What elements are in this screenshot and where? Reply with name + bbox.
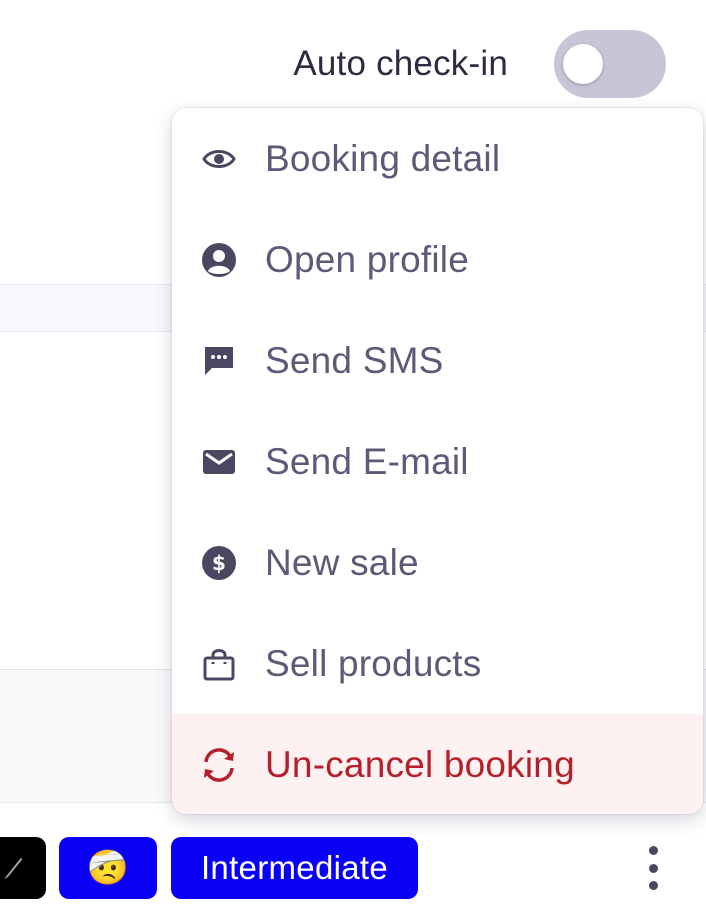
menu-item-label: New sale — [265, 541, 419, 583]
menu-item-label: Open profile — [265, 238, 469, 280]
kebab-dot — [648, 881, 658, 890]
refresh-icon — [198, 744, 240, 786]
eye-icon — [198, 138, 240, 180]
menu-item-open-profile[interactable]: Open profile — [172, 209, 703, 310]
dollar-circle-icon: $ — [198, 542, 240, 584]
menu-item-label: Send E-mail — [265, 440, 469, 482]
menu-item-booking-detail[interactable]: Booking detail — [172, 108, 703, 209]
user-circle-icon — [198, 239, 240, 281]
feather-icon — [4, 858, 23, 879]
auto-checkin-control: Auto check-in — [293, 30, 666, 98]
level-badge[interactable]: Intermediate — [171, 837, 418, 899]
toggle-knob — [563, 44, 603, 84]
auto-checkin-toggle[interactable] — [554, 30, 666, 98]
kebab-menu-icon[interactable] — [638, 846, 668, 890]
envelope-icon — [198, 441, 240, 483]
menu-item-label: Send SMS — [265, 339, 444, 381]
kebab-dot — [648, 846, 658, 855]
injured-face-emoji: 🤕 — [86, 849, 130, 887]
svg-text:$: $ — [212, 551, 226, 575]
menu-item-label: Sell products — [265, 642, 482, 684]
auto-checkin-label: Auto check-in — [293, 44, 508, 83]
booking-actions-menu: Booking detail Open profile Send SMS Sen… — [172, 108, 703, 814]
menu-item-send-email[interactable]: Send E-mail — [172, 411, 703, 512]
menu-item-uncancel-booking[interactable]: Un-cancel booking — [172, 714, 703, 814]
menu-item-label: Un-cancel booking — [265, 744, 575, 785]
menu-item-send-sms[interactable]: Send SMS — [172, 310, 703, 411]
menu-item-label: Booking detail — [265, 137, 501, 179]
feather-badge[interactable] — [0, 837, 46, 899]
menu-item-new-sale[interactable]: $ New sale — [172, 512, 703, 613]
shopping-bag-icon — [198, 643, 240, 685]
mood-badge[interactable]: 🤕 — [59, 837, 157, 899]
menu-item-sell-products[interactable]: Sell products — [172, 613, 703, 714]
kebab-dot — [648, 863, 658, 873]
message-bubble-icon — [198, 340, 240, 382]
